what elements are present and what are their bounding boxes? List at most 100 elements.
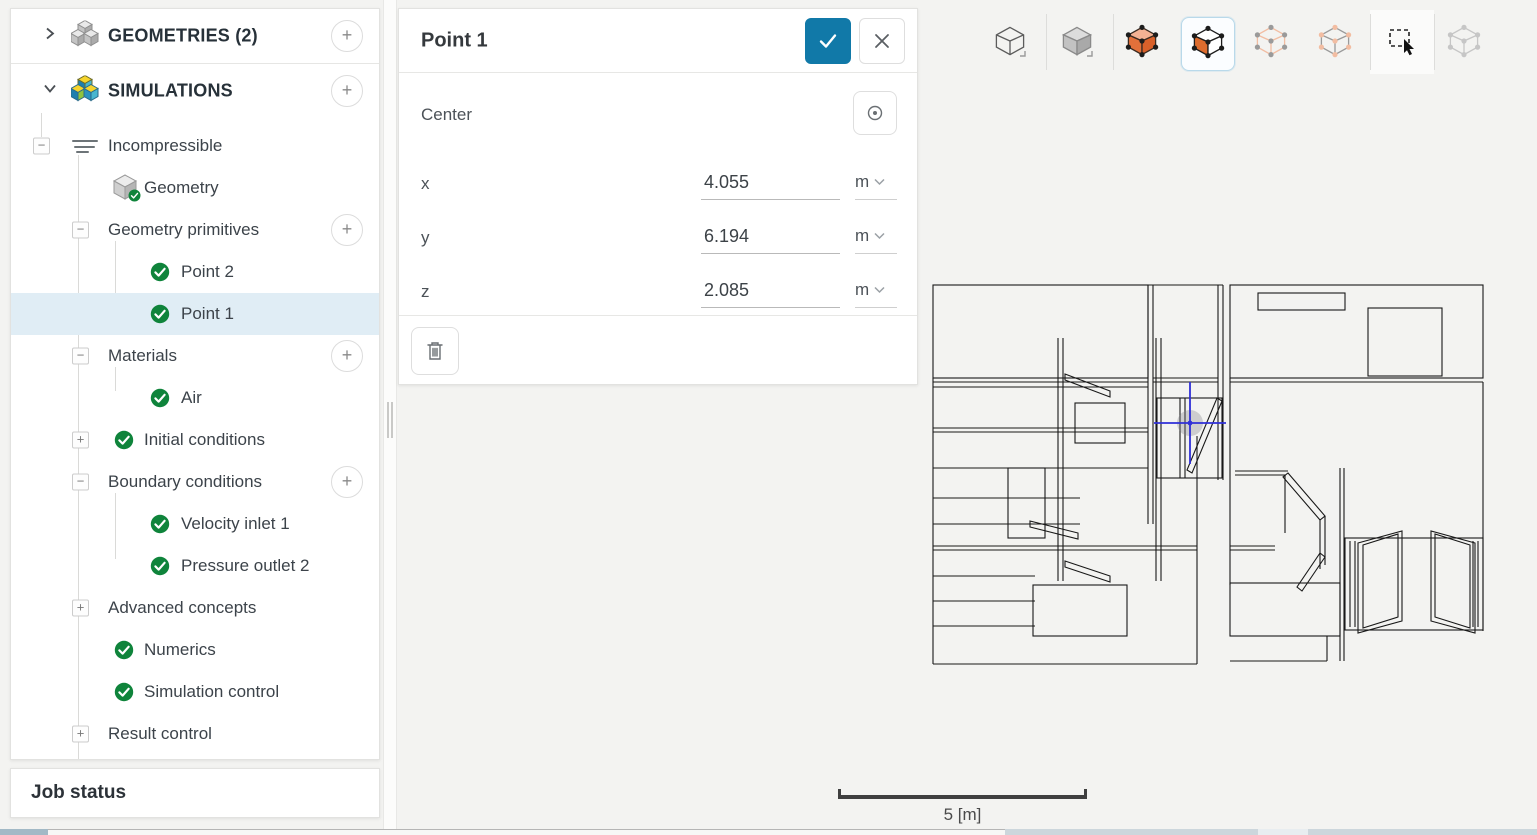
coordinate-input-z[interactable] <box>701 273 840 308</box>
unit-select-z[interactable]: m <box>855 273 897 308</box>
tree-item-geometry[interactable]: Geometry <box>11 167 379 209</box>
tree-item-label: Simulation control <box>144 682 280 701</box>
delete-button[interactable] <box>411 327 459 375</box>
face-select-button[interactable] <box>1181 17 1235 71</box>
tree-item-initial-conditions[interactable]: + Initial conditions <box>11 419 379 461</box>
tree-item-label: Materials <box>108 346 177 365</box>
marquee-cursor-icon <box>1385 24 1419 63</box>
center-section-label: Center <box>421 105 473 124</box>
expand-icon[interactable]: + <box>72 431 89 449</box>
tree-item-velocity-inlet-1[interactable]: Velocity inlet 1 <box>11 503 379 545</box>
simulations-cubes-icon <box>69 74 100 107</box>
unit-label: m <box>855 226 870 245</box>
wireframe-drawing[interactable] <box>930 281 1492 673</box>
trash-icon <box>427 342 443 360</box>
cube-volume-dots-icon <box>1125 24 1159 63</box>
coordinate-row-x: x m <box>399 157 917 211</box>
chevron-right-icon[interactable] <box>43 27 57 46</box>
tree-item-air[interactable]: Air <box>11 377 379 419</box>
status-check-icon <box>150 388 170 408</box>
tree-item-partial <box>119 759 126 760</box>
tree-item-point-2[interactable]: Point 2 <box>11 251 379 293</box>
add-child-button[interactable]: + <box>331 466 363 498</box>
coordinate-input-x[interactable] <box>701 165 840 200</box>
splitter-grip <box>387 402 389 438</box>
tree-item-label: Advanced concepts <box>108 598 257 617</box>
scale-bar-label: 5 [m] <box>943 805 982 824</box>
status-check-icon <box>114 682 134 702</box>
vertex-select-button <box>1309 17 1361 69</box>
coordinate-input-y[interactable] <box>701 219 840 254</box>
section-label-geometries: GEOMETRIES (2) <box>108 25 258 46</box>
coordinate-row-z: z m <box>399 265 917 319</box>
detail-panel-footer <box>399 315 917 384</box>
scale-bar-line <box>838 795 1087 799</box>
tree-item-numerics[interactable]: Numerics <box>11 629 379 671</box>
chevron-down-icon <box>874 286 885 294</box>
tree-item-incompressible[interactable]: − Incompressible <box>11 125 379 167</box>
tree-item-boundary-conditions[interactable]: − Boundary conditions + <box>11 461 379 503</box>
volume-select-button[interactable] <box>1116 17 1168 69</box>
cube-wire-orange-edges-icon <box>1254 24 1288 63</box>
section-label-simulations: SIMULATIONS <box>108 80 233 101</box>
cube-wire-orange-dots-icon <box>1318 24 1352 63</box>
expand-icon[interactable]: + <box>72 725 89 743</box>
detail-panel-body: Center x m y m z <box>399 73 917 318</box>
solid-view-button[interactable] <box>1051 17 1103 69</box>
cancel-button[interactable] <box>859 18 905 64</box>
bottom-bar-segment <box>1308 829 1537 835</box>
geometry-cube-icon <box>112 173 142 203</box>
panel-splitter[interactable] <box>383 0 397 829</box>
add-child-button[interactable]: + <box>331 214 363 246</box>
bottom-bar-segment <box>48 829 1005 835</box>
tree-item-label: Point 2 <box>181 262 234 281</box>
toolbar-divider <box>1370 14 1371 70</box>
wireframe-view-button[interactable] <box>984 17 1036 69</box>
collapse-icon[interactable]: − <box>72 347 89 365</box>
box-select-button[interactable] <box>1376 17 1428 69</box>
pick-point-button[interactable] <box>853 91 897 135</box>
cube-face-dots-icon <box>1191 25 1225 64</box>
job-status-label: Job status <box>31 782 127 803</box>
unit-select-x[interactable]: m <box>855 165 897 200</box>
point-detail-panel: Point 1 Center x m y <box>398 8 918 385</box>
tree-item-geometry-primitives[interactable]: − Geometry primitives + <box>11 209 379 251</box>
unit-label: m <box>855 280 870 299</box>
tree-item-result-control[interactable]: + Result control <box>11 713 379 755</box>
hidden-select-button <box>1438 17 1490 69</box>
job-status-panel[interactable]: Job status <box>10 768 380 818</box>
status-check-icon <box>114 430 134 450</box>
tree-item-label: Incompressible <box>108 136 223 155</box>
cube-wire-grey-icon <box>1447 24 1481 63</box>
collapse-icon[interactable]: − <box>72 473 89 491</box>
chevron-down-icon[interactable] <box>43 82 57 101</box>
collapse-icon[interactable]: − <box>72 221 89 239</box>
tree-item-advanced-concepts[interactable]: + Advanced concepts <box>11 587 379 629</box>
tree-item-label: Velocity inlet 1 <box>181 514 290 533</box>
confirm-button[interactable] <box>805 18 851 64</box>
sidebar-section-simulations[interactable]: SIMULATIONS + <box>11 64 379 118</box>
expand-icon[interactable]: + <box>72 599 89 617</box>
splitter-grip <box>391 402 393 438</box>
unit-select-y[interactable]: m <box>855 219 897 254</box>
add-geometry-button[interactable]: + <box>331 20 363 52</box>
add-simulation-button[interactable]: + <box>331 75 363 107</box>
close-icon <box>875 34 889 48</box>
tree-item-label: Numerics <box>144 640 216 659</box>
collapse-icon[interactable]: − <box>33 137 50 155</box>
tree-item-pressure-outlet-2[interactable]: Pressure outlet 2 <box>11 545 379 587</box>
tree-item-simulation-control[interactable]: Simulation control <box>11 671 379 713</box>
tree-item-materials[interactable]: − Materials + <box>11 335 379 377</box>
toolbar-divider <box>1113 14 1114 70</box>
viewer-toolbar <box>960 0 1537 84</box>
tree-item-point-1[interactable]: Point 1 <box>11 293 379 335</box>
target-icon <box>867 105 883 121</box>
detail-panel-header: Point 1 <box>399 9 917 73</box>
unit-label: m <box>855 172 870 191</box>
sidebar-section-geometries[interactable]: GEOMETRIES (2) + <box>11 9 379 63</box>
page-title: Point 1 <box>421 29 488 51</box>
status-check-icon <box>114 640 134 660</box>
edge-select-button <box>1245 17 1297 69</box>
add-child-button[interactable]: + <box>331 340 363 372</box>
bottom-bar-segment <box>1258 829 1308 835</box>
